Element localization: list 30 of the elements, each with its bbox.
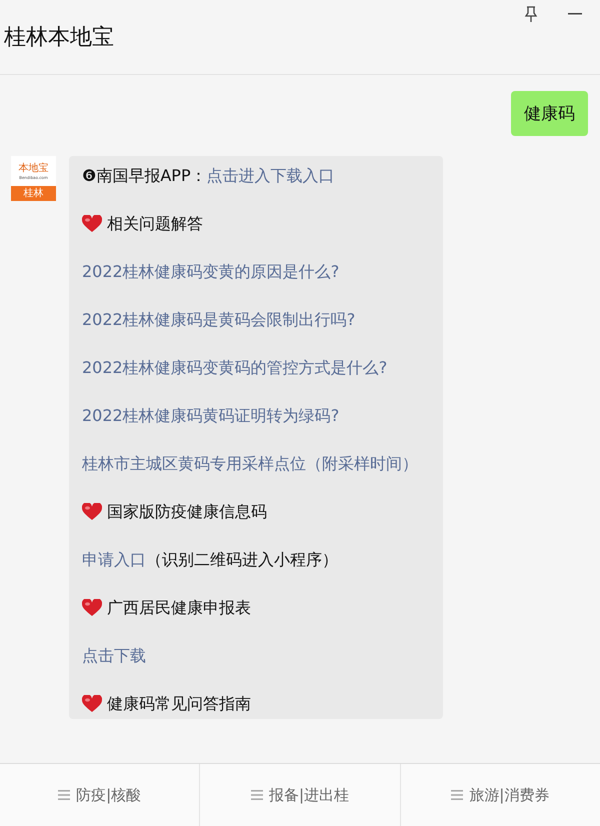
section-heading: 广西居民健康申报表 [107, 597, 251, 619]
message-text: ❻南国早报APP：点击进入下载入口 [82, 165, 335, 187]
menu-button[interactable]: 报备|进出桂 [200, 764, 401, 826]
question-link[interactable]: 2022桂林健康码变黄的原因是什么? [82, 260, 340, 283]
window-title: 桂林本地宝 [4, 24, 114, 52]
menu-button[interactable]: 防疫|核酸 [0, 764, 200, 826]
city-label: 桂林 [11, 186, 56, 201]
pin-icon[interactable] [524, 6, 538, 22]
text-link[interactable]: 申请入口 [82, 550, 146, 569]
menu-button[interactable]: 旅游|消费券 [400, 764, 600, 826]
question-link[interactable]: 2022桂林健康码变黄码的管控方式是什么? [82, 356, 388, 379]
menu-icon [250, 790, 263, 800]
question-link[interactable]: 点击下载 [82, 644, 146, 667]
message-text: 申请入口（识别二维码进入小程序） [82, 549, 338, 571]
menu-icon [58, 790, 70, 800]
section-heading: 健康码常见问答指南 [107, 693, 251, 715]
heart-icon [82, 502, 102, 520]
question-link[interactable]: 2022桂林健康码黄码证明转为绿码? [82, 404, 340, 427]
heart-icon [82, 214, 102, 232]
brand-text: 本地宝 [18, 162, 48, 174]
text-link[interactable]: 点击进入下载入口 [206, 166, 335, 185]
question-link[interactable]: 2022桂林健康码是黄码会限制出行吗? [82, 308, 356, 331]
heart-icon [82, 598, 102, 616]
heart-icon [82, 694, 102, 712]
section-heading: 相关问题解答 [107, 213, 203, 235]
menu-icon [451, 790, 464, 800]
minimize-icon[interactable] [568, 13, 582, 15]
sent-message-bubble: 健康码 [511, 91, 588, 136]
article-link[interactable]: 桂林市主城区黄码专用采样点位（附采样时间） [82, 452, 418, 475]
section-heading: 国家版防疫健康信息码 [107, 501, 267, 523]
